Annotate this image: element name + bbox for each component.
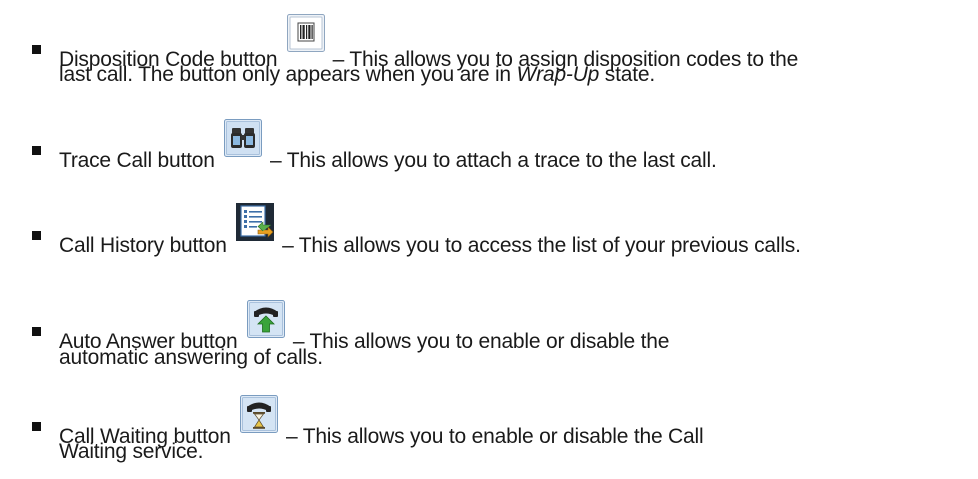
item-line-1: Call History button – This allows you to… [59, 203, 801, 265]
bullet-marker [32, 327, 41, 336]
item-line-2: last call. The button only appears when … [59, 61, 655, 88]
call-history-list-icon [236, 203, 275, 241]
item-label: Trace Call button [59, 149, 215, 172]
bullet-marker [32, 45, 41, 54]
bullet-marker [32, 231, 41, 240]
binoculars-icon [224, 119, 263, 157]
phone-hourglass-icon [240, 395, 279, 433]
item-line-2: automatic answering of calls. [59, 344, 323, 371]
item-label: Call History button [59, 234, 227, 257]
bullet-marker [32, 422, 41, 431]
item-description-cont: automatic answering of calls. [59, 346, 323, 369]
item-description: – This allows you to access the list of … [282, 234, 801, 257]
state-name: Wrap-Up [516, 63, 600, 86]
item-description-cont: last call. The button only appears when … [59, 63, 517, 86]
item-description-cont: Waiting service. [59, 440, 204, 463]
disposition-code-button[interactable] [287, 14, 326, 59]
call-waiting-button[interactable] [240, 395, 279, 440]
item-description-end: state. [599, 63, 655, 86]
item-line-1: Trace Call button – This allows you to a… [59, 119, 717, 180]
phone-answer-arrow-icon [247, 300, 286, 338]
bullet-marker [32, 146, 41, 155]
item-description: – This allows you to attach a trace to t… [270, 149, 717, 172]
trace-call-button[interactable] [224, 119, 263, 164]
item-description: – This allows you to enable or disable t… [285, 425, 704, 448]
item-description: – This allows you to enable or disable t… [292, 330, 670, 353]
barcode-icon [287, 14, 326, 52]
item-line-2: Waiting service. [59, 438, 203, 465]
auto-answer-button[interactable] [247, 300, 286, 345]
call-history-button[interactable] [236, 203, 275, 248]
